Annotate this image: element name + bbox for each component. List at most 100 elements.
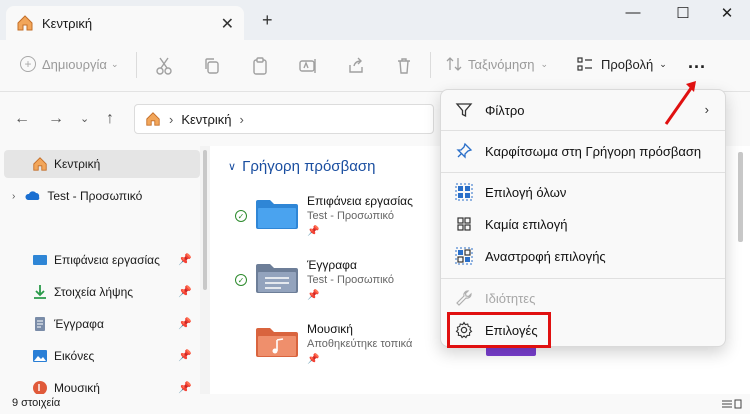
paste-icon[interactable] (250, 56, 270, 76)
file-name: Έγγραφα (307, 258, 357, 272)
chevron-right-icon[interactable]: › (12, 191, 15, 202)
sidebar-item-label: Επιφάνεια εργασίας (54, 253, 160, 267)
delete-icon[interactable] (394, 56, 414, 76)
file-location: Αποθηκεύτηκε τοπικά (307, 338, 413, 350)
list-item[interactable]: ✓ Επιφάνεια εργασίας Test - Προσωπικό 📌 (235, 192, 435, 244)
select-none-icon (457, 217, 471, 231)
menu-item-select-all[interactable]: Επιλογή όλων (445, 176, 723, 208)
filter-icon (455, 103, 473, 118)
command-bar: + Δημιουργία ⌄ Ταξινόμηση ⌄ Προβολή ⌄ ..… (0, 40, 750, 92)
folder-icon (256, 328, 298, 357)
menu-item-invert-selection[interactable]: Αναστροφή επιλογής (445, 240, 723, 272)
maximize-button[interactable]: ☐ (668, 4, 698, 22)
sort-icon (446, 57, 462, 71)
home-icon (146, 112, 160, 126)
title-bar: Κεντρική ✕ + — ☐ ✕ (0, 0, 750, 40)
pin-icon: 📌 (178, 318, 192, 330)
pin-icon (456, 142, 473, 159)
folder-icon (256, 200, 298, 229)
list-item[interactable]: Μουσική Αποθηκεύτηκε τοπικά 📌 (235, 320, 435, 372)
new-label: Δημιουργία (42, 56, 107, 72)
file-name: Επιφάνεια εργασίας (307, 194, 413, 208)
desktop-icon (33, 255, 47, 265)
invert-selection-icon (455, 247, 473, 265)
wrench-icon (456, 290, 472, 306)
menu-item-label: Καμία επιλογή (485, 216, 568, 232)
pin-icon: 📌 (178, 382, 192, 394)
see-more-button[interactable]: ... (688, 52, 706, 73)
menu-item-label: Επιλογή όλων (485, 184, 567, 200)
chevron-right-icon: › (169, 111, 174, 127)
sidebar-scrollbar[interactable] (203, 150, 207, 290)
plus-icon: + (20, 56, 36, 72)
status-bar: 9 στοιχεία (0, 394, 750, 414)
pin-icon: 📌 (178, 286, 192, 298)
sync-check-icon: ✓ (235, 274, 247, 286)
breadcrumb[interactable]: Κεντρική (181, 112, 231, 127)
onedrive-icon (25, 191, 40, 200)
rename-icon[interactable] (298, 56, 318, 76)
options-highlight-box (447, 312, 551, 348)
sort-button[interactable]: Ταξινόμηση ⌄ (446, 56, 548, 72)
pictures-icon (33, 350, 47, 362)
share-icon[interactable] (346, 56, 366, 76)
view-icon (577, 57, 592, 71)
address-bar[interactable]: › Κεντρική › (134, 104, 434, 134)
download-icon (34, 285, 46, 299)
sidebar-item-label: Test - Προσωπικό (47, 189, 143, 203)
details-view-icon[interactable] (720, 399, 742, 409)
sidebar-item-onedrive[interactable]: › Test - Προσωπικό (0, 182, 196, 210)
new-tab-button[interactable]: + (262, 10, 273, 31)
content-scrollbar[interactable] (738, 152, 743, 242)
tab-close-button[interactable]: ✕ (221, 14, 234, 34)
tab-title: Κεντρική (42, 15, 93, 31)
menu-item-pin-quick-access[interactable]: Καρφίτσωμα στη Γρήγορη πρόσβαση (445, 135, 723, 167)
copy-icon[interactable] (202, 56, 222, 76)
sidebar-item-downloads[interactable]: Στοιχεία λήψης 📌 (0, 278, 196, 306)
menu-divider (441, 278, 725, 279)
view-toggle-icons[interactable] (720, 397, 742, 414)
pin-icon: 📌 (307, 354, 320, 365)
sidebar-item-pictures[interactable]: Εικόνες 📌 (0, 342, 196, 370)
new-button[interactable]: + Δημιουργία ⌄ (20, 56, 118, 72)
quick-access-header[interactable]: ∨ Γρήγορη πρόσβαση (228, 158, 375, 175)
chevron-down-icon: ⌄ (110, 58, 119, 69)
forward-icon[interactable]: → (48, 110, 64, 128)
sidebar-item-home[interactable]: Κεντρική (4, 150, 200, 178)
chevron-right-icon: › (704, 102, 709, 117)
pin-icon: 📌 (178, 350, 192, 362)
menu-item-label: Καρφίτσωμα στη Γρήγορη πρόσβαση (485, 143, 702, 159)
select-all-icon (455, 183, 473, 201)
sidebar-item-label: Έγγραφα (54, 317, 104, 331)
list-item[interactable]: ✓ Έγγραφα Test - Προσωπικό 📌 (235, 256, 435, 308)
documents-icon (35, 317, 45, 331)
pin-icon: 📌 (178, 254, 192, 266)
back-icon[interactable]: ← (14, 110, 30, 128)
folder-icon (256, 264, 298, 293)
menu-item-properties: Ιδιότητες (445, 282, 723, 314)
toolbar-divider (136, 52, 137, 78)
sort-label: Ταξινόμηση (468, 56, 535, 72)
home-icon (17, 15, 33, 31)
section-title: Γρήγορη πρόσβαση (242, 158, 376, 175)
up-icon[interactable]: ↑ (106, 110, 114, 128)
toolbar-divider (430, 52, 431, 78)
recent-dropdown-icon[interactable]: ⌄ (80, 112, 89, 125)
menu-divider (441, 130, 725, 131)
home-icon (33, 157, 47, 171)
menu-item-select-none[interactable]: Καμία επιλογή (445, 208, 723, 240)
minimize-button[interactable]: — (618, 4, 648, 21)
red-arrow-annotation (664, 81, 696, 125)
file-location: Test - Προσωπικό (307, 210, 395, 222)
view-button[interactable]: Προβολή ⌄ (577, 56, 667, 72)
close-button[interactable]: ✕ (712, 4, 742, 22)
chevron-down-icon: ⌄ (659, 58, 667, 69)
sidebar-item-documents[interactable]: Έγγραφα 📌 (0, 310, 196, 338)
chevron-down-icon: ∨ (228, 161, 237, 173)
item-count: 9 στοιχεία (12, 397, 61, 409)
menu-item-label: Φίλτρο (485, 102, 525, 118)
view-label: Προβολή (601, 56, 654, 72)
tab-home[interactable]: Κεντρική ✕ (6, 6, 244, 40)
sidebar-item-desktop[interactable]: Επιφάνεια εργασίας 📌 (0, 246, 196, 274)
cut-icon[interactable] (154, 56, 174, 76)
